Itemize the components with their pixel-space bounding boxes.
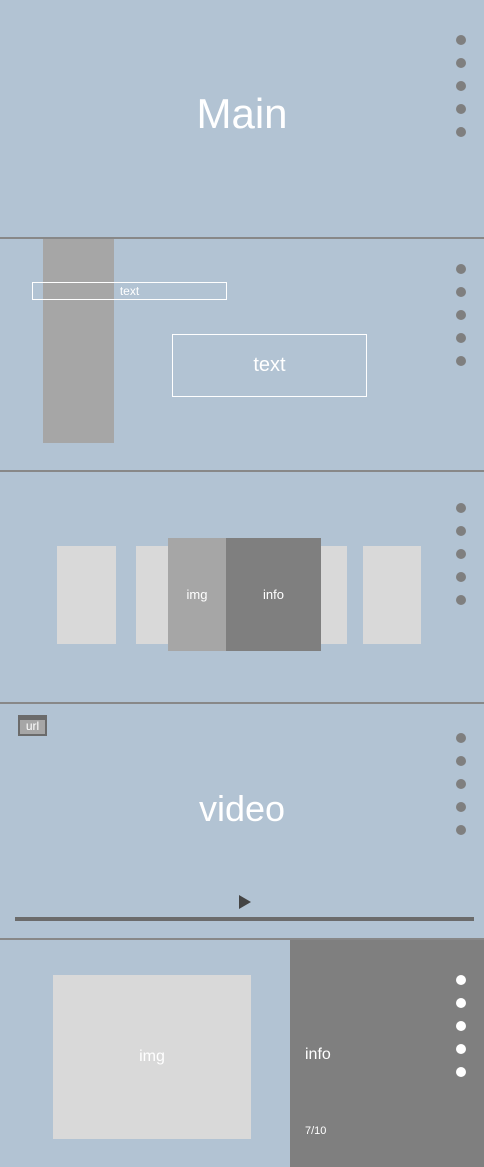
carousel-info[interactable]: info (226, 538, 321, 651)
play-icon[interactable] (239, 895, 251, 909)
pagination-dot[interactable] (456, 1067, 466, 1077)
video-section: url video (0, 704, 484, 938)
pagination-dot[interactable] (456, 549, 466, 559)
pagination-dot[interactable] (456, 1021, 466, 1031)
pagination-dot[interactable] (456, 526, 466, 536)
pagination-dot[interactable] (456, 503, 466, 513)
page-indicator: 7/10 (305, 1125, 327, 1137)
pagination-dot[interactable] (456, 998, 466, 1008)
video-title: video (198, 788, 286, 829)
text-label-large: text (172, 334, 367, 397)
main-section: Main (0, 0, 484, 237)
pagination-dot[interactable] (456, 35, 466, 45)
pagination-dot[interactable] (456, 975, 466, 985)
pagination-dot[interactable] (456, 802, 466, 812)
pagination-dot[interactable] (456, 310, 466, 320)
pagination-dot[interactable] (456, 825, 466, 835)
detail-img[interactable]: img (53, 975, 251, 1139)
pagination-dot[interactable] (456, 287, 466, 297)
pagination-dot[interactable] (456, 756, 466, 766)
pagination-dot[interactable] (456, 127, 466, 137)
carousel-img[interactable]: img (168, 538, 226, 651)
text-section: text text (0, 239, 484, 470)
url-badge[interactable]: url (18, 715, 47, 736)
detail-section: img info 7/10 (0, 940, 484, 1167)
pagination-dot[interactable] (456, 733, 466, 743)
pagination-dot[interactable] (456, 333, 466, 343)
carousel-section: img info (0, 472, 484, 702)
pagination-dot[interactable] (456, 264, 466, 274)
pagination-dot[interactable] (456, 779, 466, 789)
pagination-dot[interactable] (456, 572, 466, 582)
pagination-dot[interactable] (456, 58, 466, 68)
detail-info-panel: info 7/10 (290, 940, 484, 1167)
detail-info-label: info (305, 1046, 331, 1063)
video-progress-bar[interactable] (15, 917, 474, 921)
carousel-card[interactable] (57, 546, 116, 644)
pagination-dot[interactable] (456, 356, 466, 366)
main-title: Main (196, 90, 288, 137)
pagination-dot[interactable] (456, 81, 466, 91)
pagination-dot[interactable] (456, 595, 466, 605)
text-image-block (43, 239, 114, 443)
carousel-card[interactable] (363, 546, 421, 644)
pagination-dot[interactable] (456, 104, 466, 114)
pagination-dot[interactable] (456, 1044, 466, 1054)
text-label-small: text (32, 282, 227, 300)
